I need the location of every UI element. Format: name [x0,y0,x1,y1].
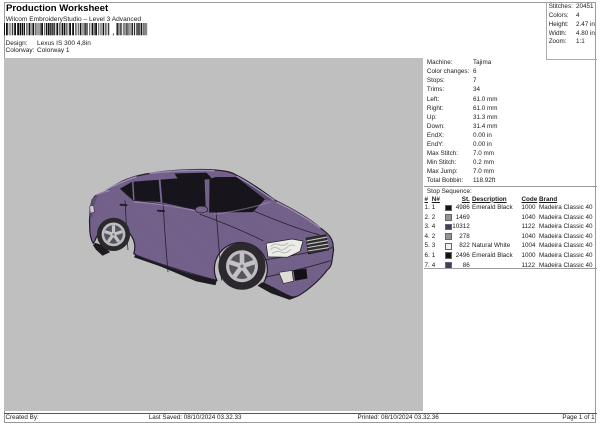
svg-text:,: , [112,27,115,37]
